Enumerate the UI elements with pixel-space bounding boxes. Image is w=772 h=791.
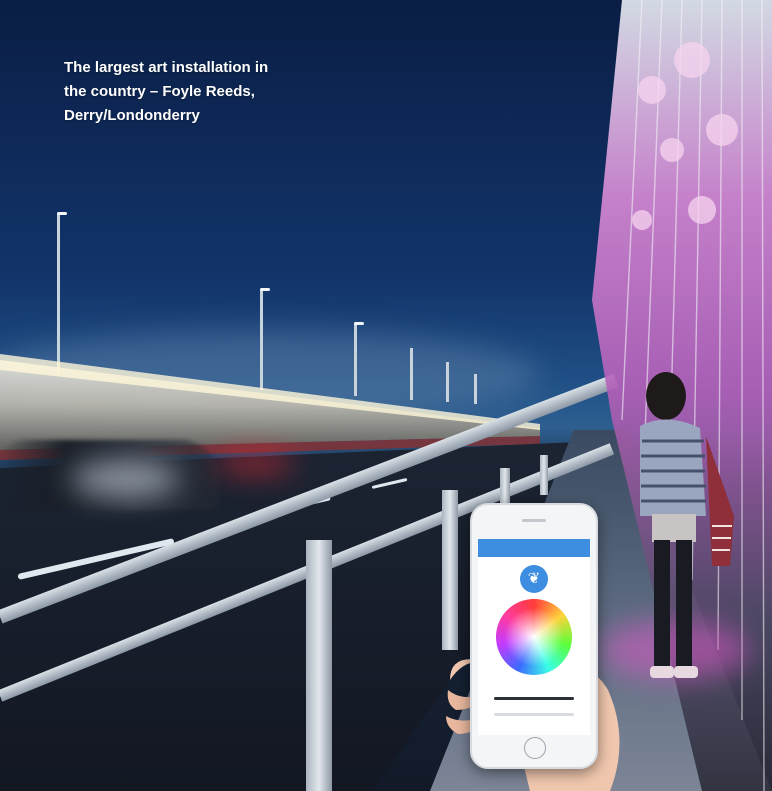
rail-post [540, 455, 548, 495]
color-wheel [496, 599, 572, 675]
brightness-slider [494, 697, 574, 700]
lamp-head [260, 288, 270, 291]
home-button [524, 737, 546, 759]
lamp-head [57, 212, 67, 215]
saturation-slider [494, 713, 574, 716]
smartphone: ❦ [470, 503, 598, 769]
app-header-bar [478, 539, 590, 557]
car-headlight-glow [70, 462, 180, 496]
photo-caption: The largest art installation in the coun… [64, 59, 269, 124]
rail-post [306, 540, 332, 791]
phone-speaker [522, 519, 546, 522]
photo-scene: The largest art installation in the coun… [0, 0, 772, 791]
car-taillight-glow [215, 450, 295, 476]
phone-screen: ❦ [478, 539, 590, 735]
leaf-logo-icon: ❦ [520, 565, 548, 593]
lamp-head [354, 322, 364, 325]
